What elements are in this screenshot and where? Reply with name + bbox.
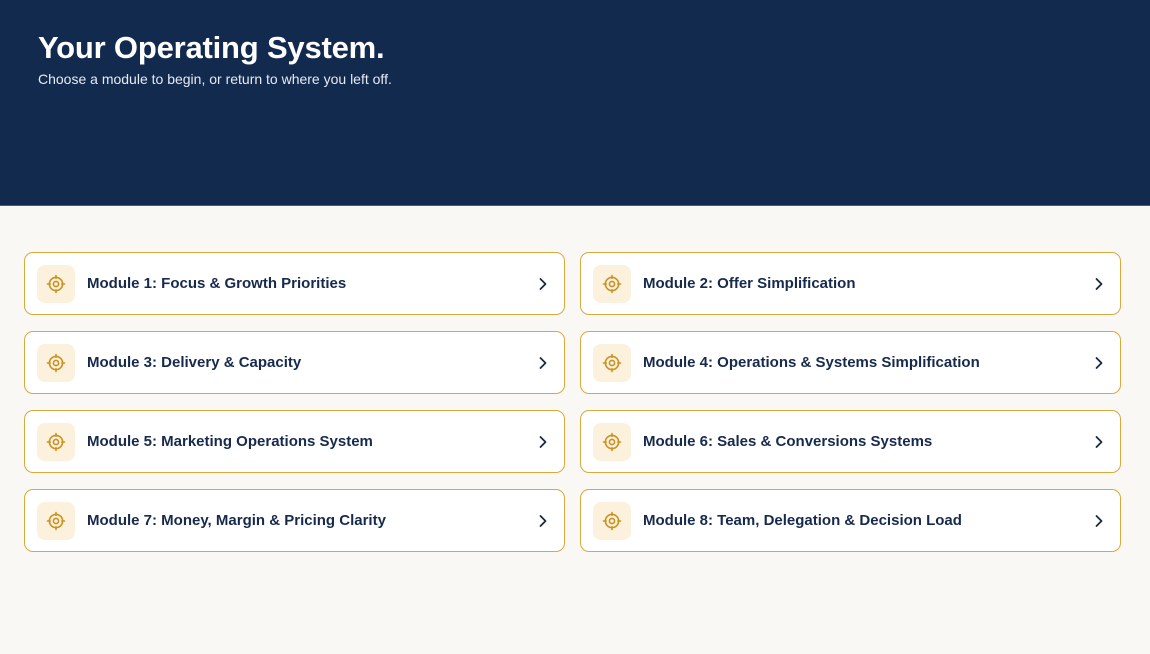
target-icon: [593, 502, 631, 540]
target-icon: [37, 502, 75, 540]
chevron-right-icon: [539, 515, 547, 527]
target-icon: [593, 344, 631, 382]
module-card-7[interactable]: Module 7: Money, Margin & Pricing Clarit…: [24, 489, 565, 552]
module-card-4[interactable]: Module 4: Operations & Systems Simplific…: [580, 331, 1121, 394]
module-title: Module 4: Operations & Systems Simplific…: [643, 354, 980, 371]
module-title: Module 6: Sales & Conversions Systems: [643, 433, 933, 450]
chevron-right-icon: [1095, 278, 1103, 290]
module-title: Module 7: Money, Margin & Pricing Clarit…: [87, 512, 386, 529]
chevron-right-icon: [1095, 357, 1103, 369]
target-icon: [593, 423, 631, 461]
module-title: Module 2: Offer Simplification: [643, 275, 856, 292]
module-title: Module 5: Marketing Operations System: [87, 433, 373, 450]
module-title: Module 8: Team, Delegation & Decision Lo…: [643, 512, 962, 529]
target-icon: [37, 265, 75, 303]
chevron-right-icon: [1095, 515, 1103, 527]
module-card-6[interactable]: Module 6: Sales & Conversions Systems: [580, 410, 1121, 473]
module-title: Module 3: Delivery & Capacity: [87, 354, 302, 371]
module-card-2[interactable]: Module 2: Offer Simplification: [580, 252, 1121, 315]
target-icon: [37, 344, 75, 382]
module-grid: Module 1: Focus & Growth Priorities Modu…: [24, 252, 1121, 552]
module-card-5[interactable]: Module 5: Marketing Operations System: [24, 410, 565, 473]
chevron-right-icon: [539, 436, 547, 448]
module-title: Module 1: Focus & Growth Priorities: [87, 275, 347, 292]
page-title: Your Operating System.: [38, 30, 385, 65]
module-card-8[interactable]: Module 8: Team, Delegation & Decision Lo…: [580, 489, 1121, 552]
page-header: Your Operating System. Choose a module t…: [0, 0, 1150, 206]
chevron-right-icon: [539, 357, 547, 369]
chevron-right-icon: [539, 278, 547, 290]
target-icon: [37, 423, 75, 461]
module-card-1[interactable]: Module 1: Focus & Growth Priorities: [24, 252, 565, 315]
page-subtitle: Choose a module to begin, or return to w…: [38, 71, 392, 87]
module-card-3[interactable]: Module 3: Delivery & Capacity: [24, 331, 565, 394]
chevron-right-icon: [1095, 436, 1103, 448]
target-icon: [593, 265, 631, 303]
